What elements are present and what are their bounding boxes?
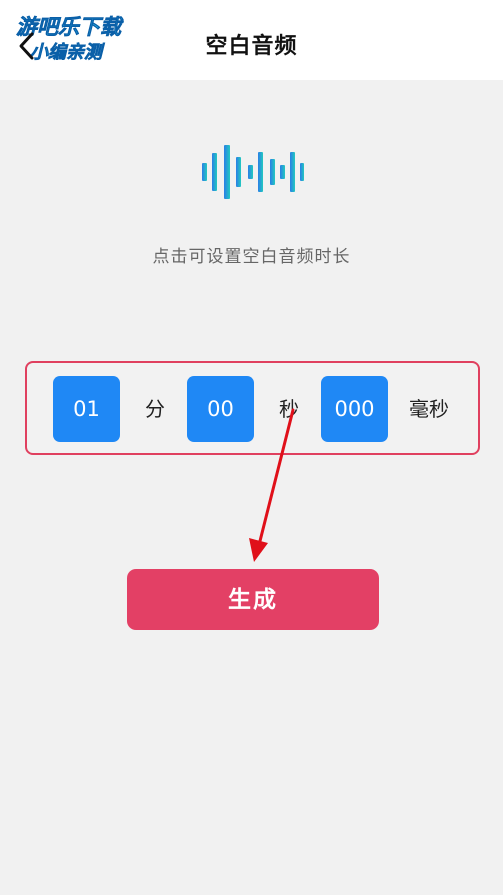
seconds-unit-label: 秒	[279, 397, 299, 421]
generate-button[interactable]: 生成	[127, 569, 379, 630]
minutes-field[interactable]: 01	[53, 376, 120, 442]
milliseconds-unit-label: 毫秒	[409, 397, 449, 421]
duration-picker: 01 分 00 秒 000 毫秒	[25, 361, 480, 455]
seconds-field[interactable]: 00	[187, 376, 254, 442]
audio-waveform-icon	[200, 143, 306, 201]
duration-hint-text: 点击可设置空白音频时长	[152, 247, 351, 267]
header-bar: 游吧乐下载 小编亲测 空白音频	[0, 0, 503, 80]
milliseconds-field[interactable]: 000	[321, 376, 388, 442]
page-title: 空白音频	[205, 34, 298, 59]
minutes-unit-label: 分	[145, 397, 165, 421]
